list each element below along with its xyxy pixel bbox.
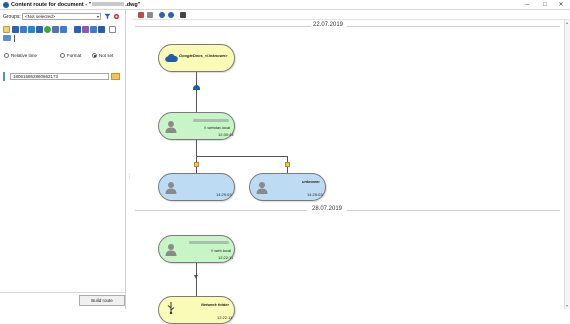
users-icon[interactable] (3, 26, 10, 33)
usb-icon (166, 302, 176, 315)
left-icon-toolbar (3, 26, 123, 42)
copy-icon[interactable] (12, 26, 19, 33)
zoom-in-icon[interactable] (159, 12, 165, 18)
user-icon (165, 243, 177, 256)
groups-label: Groups: (3, 14, 21, 20)
node-time: 14:29:03 (216, 192, 232, 197)
date-separator-line (135, 210, 307, 211)
selection-accent (3, 72, 5, 81)
node-label: unknown (302, 179, 320, 184)
folder-icon[interactable] (111, 73, 120, 80)
gear-icon[interactable] (113, 13, 120, 20)
cloud-upload-icon[interactable] (98, 26, 105, 33)
share-icon[interactable] (36, 26, 43, 33)
vertical-scrollbar[interactable] (564, 20, 570, 309)
zoom-out-icon[interactable] (168, 12, 174, 18)
user-icon (165, 120, 177, 133)
title-suffix: .dwg" (125, 1, 141, 8)
usb-icon[interactable] (109, 26, 116, 33)
folder-icon[interactable] (82, 26, 89, 33)
document-id-field[interactable]: 180615862860862173 (10, 73, 109, 80)
cloud-icon (165, 54, 178, 63)
date-header: 22.07.2019 (312, 22, 344, 28)
cloud-download-marker (193, 85, 200, 90)
app-icon (3, 2, 9, 8)
radio-format-label: Format (67, 53, 82, 58)
route-node-web-local[interactable]: \\ web.local 12:22:11 (158, 235, 235, 263)
binoculars-icon[interactable] (180, 12, 186, 18)
lock-icon (194, 162, 199, 167)
redacted-name (189, 241, 229, 244)
scroll-down-arrow[interactable] (566, 305, 568, 307)
node-label: Network folder (201, 302, 230, 307)
node-time: 14:29:03 (307, 192, 323, 197)
panel-splitter[interactable]: ⋮ (127, 174, 132, 180)
chart-icon[interactable] (60, 26, 67, 33)
connector-line (196, 72, 197, 112)
radio-relative-time-label: Relative time (11, 53, 38, 58)
hierarchy-icon[interactable] (90, 26, 97, 33)
date-header: 28.07.2019 (311, 206, 343, 212)
groups-select-value: <Not selected> (25, 14, 56, 19)
radio-format[interactable] (60, 53, 65, 58)
node-time: 12:22:11 (217, 315, 233, 320)
route-canvas-panel: 22.07.2019 GoogleDocs_<Unknown> \\ webda… (133, 10, 570, 324)
redacted-filename (92, 2, 125, 7)
print-icon[interactable] (138, 12, 144, 18)
date-separator-line (347, 26, 560, 27)
chevron-down-icon: ▾ (96, 14, 99, 19)
time-format-radios: Relative time Format Not set (3, 53, 123, 61)
groups-row: Groups: <Not selected> ▾ (3, 13, 123, 21)
tree-icon[interactable] (3, 35, 11, 41)
lock-icon (285, 162, 290, 167)
maximize-button[interactable]: □ (538, 0, 552, 10)
radio-relative-time[interactable] (4, 53, 9, 58)
radio-not-set-label: Not set (99, 53, 114, 58)
toolbar-divider (14, 35, 15, 42)
scroll-up-arrow[interactable] (566, 22, 568, 24)
route-node-cloud[interactable]: GoogleDocs_<Unknown> (158, 44, 235, 72)
node-label: GoogleDocs_<Unknown> (179, 53, 228, 58)
window-title: Content route for document - " .dwg" (11, 2, 140, 8)
printer-icon[interactable] (147, 12, 153, 18)
date-separator-line (347, 210, 560, 211)
bottom-divider (0, 292, 125, 293)
filter-icon[interactable] (104, 13, 111, 20)
close-button[interactable]: ✕ (554, 0, 568, 10)
cloud-icon[interactable] (74, 26, 81, 33)
connector-line (196, 263, 197, 296)
radio-not-set[interactable] (92, 53, 97, 58)
left-panel: Groups: <Not selected> ▾ Relative time F… (0, 10, 126, 309)
link-icon[interactable] (20, 26, 27, 33)
node-time: 12:30:44 (218, 132, 234, 137)
route-node-unknown[interactable]: unknown 14:29:03 (249, 173, 326, 201)
document-id-row: 180615862860862173 (3, 72, 121, 81)
connector-line (196, 156, 287, 157)
redacted-name (193, 119, 229, 122)
node-subtext: \\ web.local (211, 248, 232, 253)
window-titlebar: Content route for document - " .dwg" ─ □ … (0, 0, 570, 10)
groups-select[interactable]: <Not selected> ▾ (22, 13, 101, 20)
canvas-toolbar (133, 10, 570, 20)
arrow-marker (194, 275, 198, 279)
refresh-icon[interactable] (28, 26, 35, 33)
node-subtext: \\ webdav.local (204, 125, 231, 130)
date-separator-line (135, 26, 311, 27)
route-node-network-folder[interactable]: Network folder 12:22:11 (158, 296, 235, 324)
minimize-button[interactable]: ─ (520, 0, 534, 10)
user-icon (256, 181, 268, 194)
route-node-blue-left[interactable]: 14:29:03 (158, 173, 235, 201)
phone-icon[interactable] (44, 26, 51, 33)
connector-line (196, 140, 197, 157)
build-route-button[interactable]: Build route (79, 295, 125, 306)
user-icon (165, 181, 177, 194)
list-icon[interactable] (52, 26, 59, 33)
route-node-webdav[interactable]: \\ webdav.local 12:30:44 (158, 112, 235, 140)
node-time: 12:22:11 (218, 255, 234, 260)
title-prefix: Content route for document - " (11, 1, 92, 8)
